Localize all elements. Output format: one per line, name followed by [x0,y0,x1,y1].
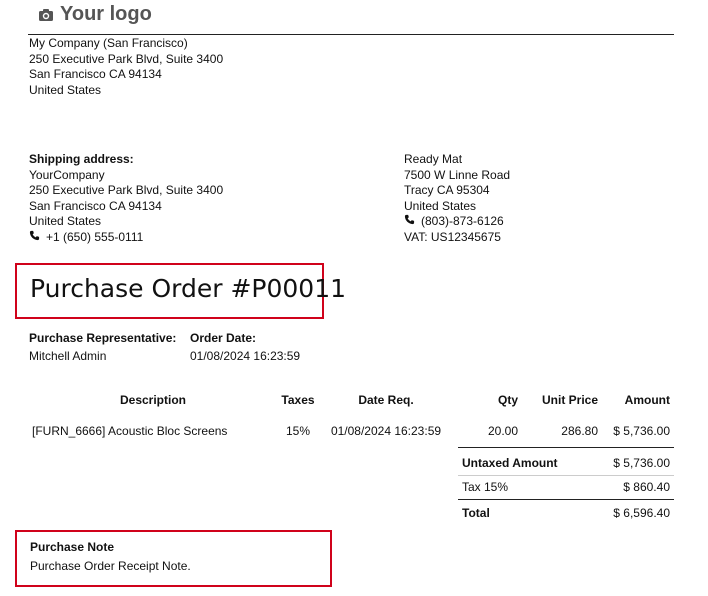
col-qty: Qty [497,393,518,407]
shipping-street: 250 Executive Park Blvd, Suite 3400 [29,183,224,197]
table-row: [FURN_6666] Acoustic Bloc Screens 15% 01… [28,422,678,440]
line-description: [FURN_6666] Acoustic Bloc Screens [32,424,228,438]
totals-mid-divider [458,475,674,476]
shipping-country: United States [29,214,102,228]
col-taxes: Taxes [281,393,315,407]
col-unit-price: Unit Price [541,393,598,407]
logo-text: Your logo [60,3,152,25]
order-date-value: 01/08/2024 16:23:59 [190,349,301,363]
phone-icon [29,230,40,246]
table-header-row: Description Taxes Date Req. Qty Unit Pri… [28,392,678,408]
vendor-city: Tracy CA 95304 [404,183,490,197]
line-amount: $ 5,736.00 [613,424,670,438]
page-title: Purchase Order #P00011 [30,274,347,303]
vendor-name: Ready Mat [404,152,463,166]
order-date-label: Order Date: [190,331,257,345]
totals-block: Untaxed Amount $ 5,736.00 Tax 15% $ 860.… [458,447,674,527]
total-label: Total [462,506,490,520]
shipping-name: YourCompany [29,167,105,182]
line-qty: 20.00 [487,424,518,438]
company-street: 250 Executive Park Blvd, Suite 3400 [29,51,224,66]
company-city: San Francisco CA 94134 [29,67,162,81]
order-lines-table: Description Taxes Date Req. Qty Unit Pri… [28,392,678,440]
untaxed-row: Untaxed Amount $ 5,736.00 [458,456,674,470]
totals-total-divider [458,499,674,500]
line-taxes: 15% [285,424,311,438]
representative-label: Purchase Representative: [29,331,177,345]
vendor-address: Ready Mat 7500 W Linne Road Tracy CA 953… [404,152,510,245]
purchase-note: Purchase Note Purchase Order Receipt Not… [30,538,191,576]
vendor-vat: VAT: US12345675 [404,229,501,244]
total-value: $ 6,596.40 [613,506,670,520]
shipping-city: San Francisco CA 94134 [29,198,162,213]
tax-label: Tax 15% [462,480,509,494]
camera-icon [38,8,54,22]
representative-block: Purchase Representative: Mitchell Admin [29,329,176,365]
vendor-phone-row: (803)-873-6126 [404,214,510,230]
untaxed-label: Untaxed Amount [462,456,558,470]
header-divider [28,34,674,35]
tax-row: Tax 15% $ 860.40 [458,480,674,494]
totals-top-divider [458,447,674,448]
vendor-street: 7500 W Linne Road [404,167,511,182]
shipping-heading: Shipping address: [29,152,134,166]
company-address: My Company (San Francisco) 250 Executive… [29,36,223,98]
shipping-phone-row: +1 (650) 555-0111 [29,230,223,246]
shipping-phone: +1 (650) 555-0111 [46,229,144,244]
line-date-req: 01/08/2024 16:23:59 [330,424,442,438]
tax-value: $ 860.40 [623,480,670,494]
company-logo: Your logo [38,3,152,26]
representative-value: Mitchell Admin [29,349,107,363]
note-heading: Purchase Note [30,540,115,554]
phone-icon [404,214,415,230]
col-description: Description [119,393,186,407]
col-date-req: Date Req. [358,393,414,407]
col-amount: Amount [624,393,670,407]
untaxed-value: $ 5,736.00 [613,456,670,470]
note-text: Purchase Order Receipt Note. [30,559,191,573]
company-name: My Company (San Francisco) [29,36,188,50]
shipping-address: Shipping address: YourCompany 250 Execut… [29,152,223,245]
vendor-country: United States [404,198,477,213]
vendor-phone: (803)-873-6126 [421,214,504,228]
total-row: Total $ 6,596.40 [458,506,674,520]
order-date-block: Order Date: 01/08/2024 16:23:59 [190,329,300,365]
company-country: United States [29,82,102,97]
line-unit-price: 286.80 [561,424,598,438]
